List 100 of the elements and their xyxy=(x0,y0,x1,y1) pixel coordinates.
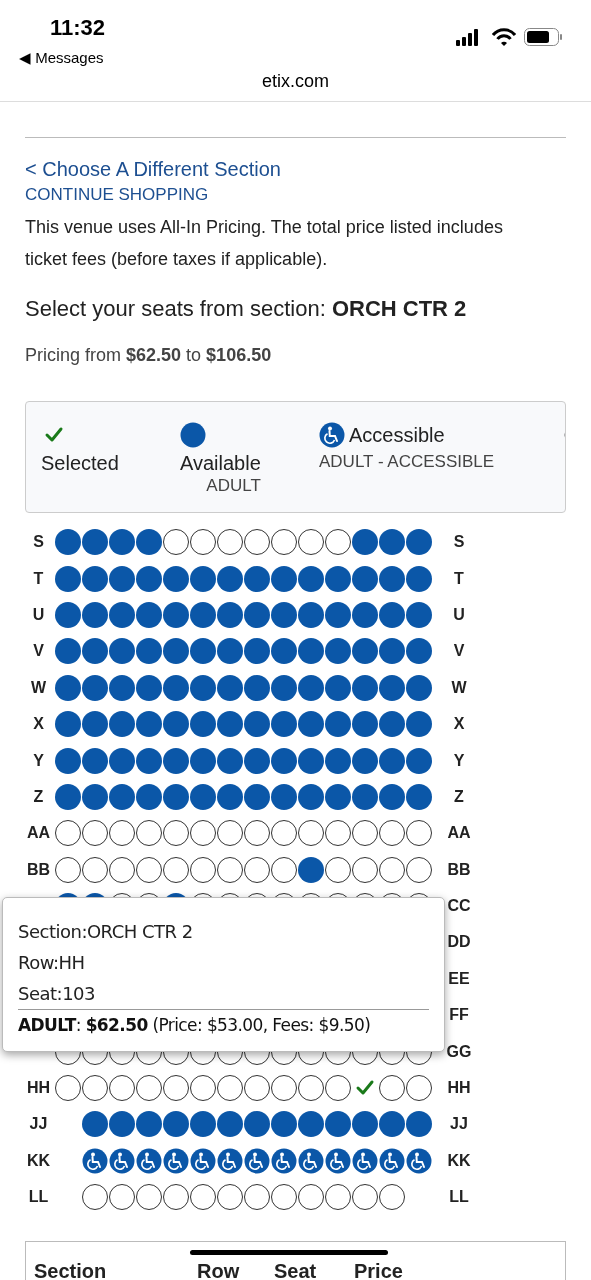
available-seat[interactable] xyxy=(136,711,162,738)
available-seat[interactable] xyxy=(379,638,405,665)
available-seat[interactable] xyxy=(298,711,324,738)
wheelchair-seat-icon[interactable] xyxy=(352,1147,378,1174)
available-seat[interactable] xyxy=(271,747,297,774)
available-seat[interactable] xyxy=(82,783,108,810)
available-seat[interactable] xyxy=(217,747,243,774)
available-seat[interactable] xyxy=(244,638,270,665)
available-seat[interactable] xyxy=(379,1111,405,1138)
available-seat[interactable] xyxy=(271,674,297,701)
available-seat[interactable] xyxy=(325,565,351,592)
available-seat[interactable] xyxy=(298,856,324,883)
available-seat[interactable] xyxy=(298,601,324,628)
available-seat[interactable] xyxy=(352,783,378,810)
wheelchair-seat-icon[interactable] xyxy=(190,1147,216,1174)
available-seat[interactable] xyxy=(325,1111,351,1138)
available-seat[interactable] xyxy=(136,529,162,556)
available-seat[interactable] xyxy=(109,783,135,810)
available-seat[interactable] xyxy=(379,783,405,810)
available-seat[interactable] xyxy=(190,711,216,738)
available-seat[interactable] xyxy=(352,638,378,665)
available-seat[interactable] xyxy=(109,711,135,738)
available-seat[interactable] xyxy=(271,1111,297,1138)
available-seat[interactable] xyxy=(217,1111,243,1138)
available-seat[interactable] xyxy=(379,529,405,556)
available-seat[interactable] xyxy=(82,529,108,556)
available-seat[interactable] xyxy=(55,565,81,592)
available-seat[interactable] xyxy=(379,747,405,774)
available-seat[interactable] xyxy=(298,747,324,774)
available-seat[interactable] xyxy=(298,1111,324,1138)
available-seat[interactable] xyxy=(217,601,243,628)
available-seat[interactable] xyxy=(163,565,189,592)
available-seat[interactable] xyxy=(136,565,162,592)
available-seat[interactable] xyxy=(82,1111,108,1138)
available-seat[interactable] xyxy=(163,1111,189,1138)
available-seat[interactable] xyxy=(109,638,135,665)
available-seat[interactable] xyxy=(298,638,324,665)
available-seat[interactable] xyxy=(406,783,432,810)
available-seat[interactable] xyxy=(325,783,351,810)
wheelchair-seat-icon[interactable] xyxy=(109,1147,135,1174)
available-seat[interactable] xyxy=(82,674,108,701)
wheelchair-seat-icon[interactable] xyxy=(325,1147,351,1174)
available-seat[interactable] xyxy=(136,674,162,701)
available-seat[interactable] xyxy=(190,565,216,592)
available-seat[interactable] xyxy=(163,601,189,628)
available-seat[interactable] xyxy=(352,529,378,556)
available-seat[interactable] xyxy=(190,638,216,665)
wheelchair-seat-icon[interactable] xyxy=(244,1147,270,1174)
available-seat[interactable] xyxy=(406,565,432,592)
available-seat[interactable] xyxy=(136,601,162,628)
available-seat[interactable] xyxy=(55,638,81,665)
available-seat[interactable] xyxy=(406,1111,432,1138)
link[interactable]: < Choose A Different Section xyxy=(25,158,281,180)
available-seat[interactable] xyxy=(271,638,297,665)
available-seat[interactable] xyxy=(55,674,81,701)
available-seat[interactable] xyxy=(379,711,405,738)
available-seat[interactable] xyxy=(136,638,162,665)
available-seat[interactable] xyxy=(82,638,108,665)
available-seat[interactable] xyxy=(217,674,243,701)
available-seat[interactable] xyxy=(298,565,324,592)
available-seat[interactable] xyxy=(136,783,162,810)
available-seat[interactable] xyxy=(352,565,378,592)
available-seat[interactable] xyxy=(244,747,270,774)
available-seat[interactable] xyxy=(352,747,378,774)
link[interactable]: CONTINUE SHOPPING xyxy=(25,185,209,204)
available-seat[interactable] xyxy=(109,747,135,774)
wheelchair-seat-icon[interactable] xyxy=(217,1147,243,1174)
available-seat[interactable] xyxy=(244,565,270,592)
available-seat[interactable] xyxy=(352,1111,378,1138)
available-seat[interactable] xyxy=(244,601,270,628)
available-seat[interactable] xyxy=(271,711,297,738)
wheelchair-seat-icon[interactable] xyxy=(82,1147,108,1174)
available-seat[interactable] xyxy=(244,1111,270,1138)
available-seat[interactable] xyxy=(298,783,324,810)
available-seat[interactable] xyxy=(82,601,108,628)
available-seat[interactable] xyxy=(136,747,162,774)
available-seat[interactable] xyxy=(82,747,108,774)
available-seat[interactable] xyxy=(109,565,135,592)
available-seat[interactable] xyxy=(163,711,189,738)
wheelchair-seat-icon[interactable] xyxy=(406,1147,432,1174)
wheelchair-seat-icon[interactable] xyxy=(379,1147,405,1174)
available-seat[interactable] xyxy=(352,711,378,738)
available-seat[interactable] xyxy=(163,638,189,665)
available-seat[interactable] xyxy=(244,711,270,738)
available-seat[interactable] xyxy=(325,674,351,701)
available-seat[interactable] xyxy=(190,1111,216,1138)
available-seat[interactable] xyxy=(190,674,216,701)
available-seat[interactable] xyxy=(109,601,135,628)
available-seat[interactable] xyxy=(109,674,135,701)
available-seat[interactable] xyxy=(271,783,297,810)
available-seat[interactable] xyxy=(55,601,81,628)
available-seat[interactable] xyxy=(244,783,270,810)
available-seat[interactable] xyxy=(406,601,432,628)
available-seat[interactable] xyxy=(244,674,270,701)
available-seat[interactable] xyxy=(379,565,405,592)
available-seat[interactable] xyxy=(406,711,432,738)
available-seat[interactable] xyxy=(55,711,81,738)
available-seat[interactable] xyxy=(55,747,81,774)
available-seat[interactable] xyxy=(163,783,189,810)
available-seat[interactable] xyxy=(190,747,216,774)
